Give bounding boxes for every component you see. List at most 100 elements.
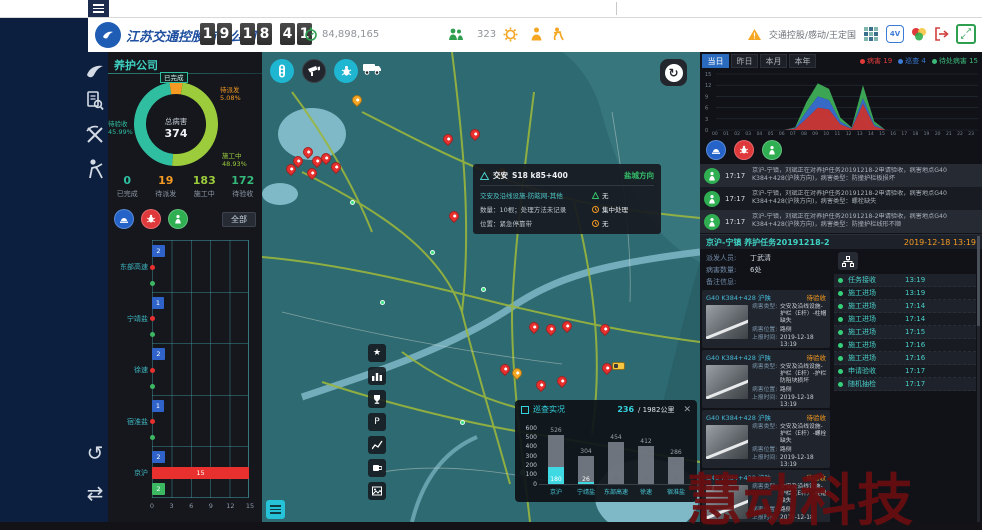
nav-route-icon[interactable]: [84, 60, 106, 82]
event-row[interactable]: 17:17京沪-宁镇，刘斌正在对养护任务20191218-2申请验收，病害地点G…: [700, 164, 982, 187]
stat-label: 待派发: [147, 189, 186, 199]
tooltip-row-value: 集中处理: [602, 204, 628, 214]
nav-construction-icon[interactable]: [84, 124, 106, 146]
line-chart-button[interactable]: [368, 436, 386, 454]
map-marker-patrol[interactable]: [481, 287, 486, 292]
worker-filter-button[interactable]: [762, 140, 782, 160]
timeline-dot: [838, 382, 843, 387]
refresh-loop-button[interactable]: ↻: [660, 59, 687, 86]
map-menu-button[interactable]: [266, 500, 285, 519]
task-title: 京沪-宁镇 养护任务20191218-2: [706, 237, 830, 248]
bar[interactable]: 15: [152, 467, 249, 479]
watermark: 慧动科技: [686, 456, 914, 530]
tooltip-row-right: 集中处理: [592, 204, 628, 214]
timeline-row[interactable]: 任务接收13:19: [834, 274, 976, 287]
tab-本年[interactable]: 本年: [789, 54, 816, 68]
disease-photo[interactable]: [706, 425, 748, 459]
legend-dot: [932, 59, 937, 64]
traffic-light-button[interactable]: [270, 59, 294, 83]
bar-chart-button[interactable]: [368, 367, 386, 385]
palette-icon[interactable]: [911, 27, 927, 41]
trophy-button[interactable]: [368, 390, 386, 408]
card-road: G40 K384+428 沪陕: [706, 352, 771, 362]
nav-worker-icon[interactable]: [84, 158, 106, 180]
disease-photo[interactable]: [706, 305, 748, 339]
status-badge: 待验收: [807, 412, 827, 422]
donut-label-working: 施工中48.93%: [222, 152, 247, 168]
nav-patrol-search-icon[interactable]: [84, 90, 106, 112]
4v-badge-icon[interactable]: 4V: [886, 25, 904, 43]
parking-button[interactable]: P: [368, 413, 386, 431]
timeline-row[interactable]: 施工进场17:16: [834, 339, 976, 352]
scrollbar-thumb[interactable]: [977, 236, 980, 326]
disease-card[interactable]: G40 K384+428 沪陕待验收病害类型:交安及沿线设施-护栏（E杆）-柱帽…: [702, 290, 830, 348]
cctv-camera-button[interactable]: [302, 59, 326, 83]
worker-filter-button[interactable]: [168, 209, 188, 229]
map-marker-patrol[interactable]: [380, 300, 385, 305]
timeline-row[interactable]: 施工进场17:15: [834, 326, 976, 339]
legend-label: 巡查 4: [905, 56, 926, 66]
axis-tick: 0: [150, 502, 154, 510]
timeline-row[interactable]: 施工进场17:14: [834, 313, 976, 326]
disease-filter-button[interactable]: [734, 140, 754, 160]
bar[interactable]: 2: [152, 483, 165, 495]
alarm-filter-button[interactable]: [114, 209, 134, 229]
alarm-filter-button[interactable]: [706, 140, 726, 160]
bar-zero-dot: [150, 435, 155, 440]
timeline-row[interactable]: 施工进场17:16: [834, 352, 976, 365]
favorite-star-button[interactable]: ★: [368, 344, 386, 362]
close-icon[interactable]: ✕: [683, 405, 691, 415]
undo-icon[interactable]: ↺: [84, 442, 106, 464]
browser-menu-button[interactable]: [88, 0, 109, 17]
timeline-row[interactable]: 施工进场13:19: [834, 287, 976, 300]
fullscreen-icon[interactable]: ↗↙: [956, 24, 976, 44]
person-icon[interactable]: [530, 27, 543, 41]
bar[interactable]: 2: [152, 245, 165, 257]
timeline-row[interactable]: 施工进场17:14: [834, 300, 976, 313]
disease-photo[interactable]: [706, 365, 748, 399]
accessibility-icon[interactable]: [551, 27, 565, 41]
map-marker-truck[interactable]: [612, 362, 625, 370]
tab-本月[interactable]: 本月: [760, 54, 787, 68]
field-label: 病害位置:: [752, 447, 780, 454]
map-marker-patrol[interactable]: [460, 420, 465, 425]
disease-bug-button[interactable]: [334, 59, 358, 83]
scrollbar[interactable]: [977, 234, 980, 522]
event-row[interactable]: 17:17京沪-宁镇，刘斌正在对养护任务20191218-2申请验收，病害地点G…: [700, 210, 982, 233]
hourly-area-chart: 03691215: [704, 72, 978, 132]
map[interactable]: ↻ 交安 S18 k85+400 盐城方向 交安及沿线设施-防眩网-其他无数量：…: [262, 52, 700, 522]
hour-label: 11: [835, 132, 841, 137]
event-row[interactable]: 17:17京沪-宁镇，刘斌正在对养护任务20191218-2申请验收，病害地点G…: [700, 187, 982, 210]
axis-tick: 15: [246, 502, 254, 510]
switch-icon[interactable]: ⇄: [84, 482, 106, 504]
timeline-row[interactable]: 随机抽检17:17: [834, 378, 976, 391]
timeline-row[interactable]: 申请验收17:17: [834, 365, 976, 378]
logout-icon[interactable]: [934, 27, 949, 41]
gear-icon[interactable]: [503, 27, 518, 42]
card-field: 病害类型:交安及沿线设施-护栏（E杆）-护栏防阻块损坏: [752, 364, 828, 386]
service-vehicle-icon[interactable]: [362, 62, 382, 75]
bar[interactable]: 2: [152, 348, 165, 360]
all-filter-button[interactable]: 全部: [222, 212, 256, 227]
tab-昨日[interactable]: 昨日: [731, 54, 758, 68]
tooltip-category: 交安: [493, 170, 508, 181]
image-button[interactable]: [368, 482, 386, 500]
tab-当日[interactable]: 当日: [702, 54, 729, 68]
disease-filter-button[interactable]: [141, 209, 161, 229]
bar[interactable]: 2: [152, 451, 165, 463]
task-datetime: 2019-12-18 13:19: [904, 238, 976, 247]
grid-icon[interactable]: [863, 26, 879, 42]
card-field: 病害类型:交安及沿线设施-护栏（E杆）-螺栓缺失: [752, 424, 828, 446]
bar[interactable]: 1: [152, 297, 164, 309]
timeline-time: 17:15: [905, 328, 925, 336]
patrol-total-label: 412: [633, 438, 659, 445]
disease-card[interactable]: G40 K384+428 沪陕待验收病害类型:交安及沿线设施-护栏（E杆）-护栏…: [702, 350, 830, 408]
timeline-label: 施工进场: [848, 288, 900, 298]
service-area-button[interactable]: [368, 459, 386, 477]
patrol-category-label: 京沪: [541, 487, 571, 496]
timeline-label: 随机抽检: [848, 379, 900, 389]
patrol-done-km: 236: [617, 405, 634, 414]
clock-digit: 1: [200, 23, 215, 45]
org-tree-button[interactable]: [838, 252, 858, 270]
bar[interactable]: 1: [152, 400, 164, 412]
